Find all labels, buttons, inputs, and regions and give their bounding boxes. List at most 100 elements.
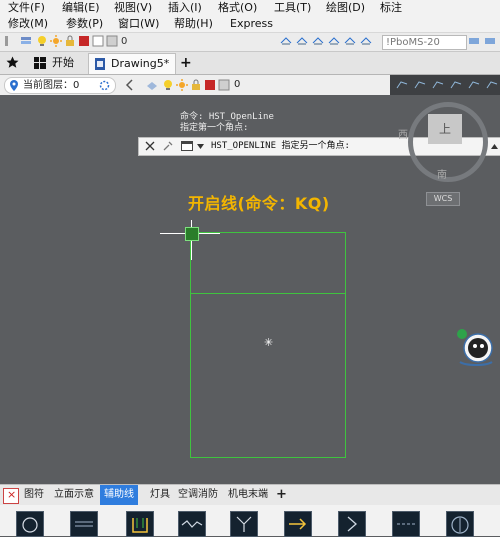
tool-palette-tabs: × 图符 立面示意 辅助线 灯具 空调消防 机电末端 + — [0, 484, 500, 505]
compass-south-label[interactable]: 南 — [437, 166, 447, 181]
menu-format[interactable]: 格式(O) — [218, 0, 257, 16]
video-caption: 开启线(命令：KQ) — [188, 194, 330, 213]
tab-drawing[interactable]: Drawing5* — [88, 53, 176, 74]
center-point-icon: ✳ — [264, 336, 274, 349]
menu-tools[interactable]: 工具(T) — [274, 0, 311, 16]
menu-params[interactable]: 参数(P) — [66, 16, 103, 32]
plot-style-field[interactable]: !PboMS-20 — [382, 35, 467, 50]
current-layer-selector[interactable]: 当前图层：0 — [4, 77, 116, 94]
plot-icon[interactable] — [218, 79, 230, 91]
lock-icon[interactable] — [190, 79, 202, 91]
drawing-file-icon — [95, 58, 105, 70]
ribbon-tool-icon-4[interactable] — [450, 79, 462, 91]
wrench-icon[interactable] — [163, 141, 173, 151]
menu-help[interactable]: 帮助(H) — [174, 16, 213, 32]
arrow-right-icon — [289, 518, 307, 530]
view-cube-top-face[interactable]: 上 — [428, 114, 462, 144]
menu-row-1: 文件(F) 编辑(E) 视图(V) 插入(I) 格式(O) 工具(T) 绘图(D… — [0, 0, 500, 16]
ribbon-tool-icon-2[interactable] — [414, 79, 426, 91]
compass-west-label[interactable]: 西 — [398, 126, 408, 141]
sun-icon[interactable] — [50, 35, 62, 47]
menu-insert[interactable]: 插入(I) — [168, 0, 202, 16]
document-tab-bar: 开始 Drawing5* + — [0, 52, 500, 75]
tab-symbols[interactable]: 图符 — [24, 485, 44, 505]
menu-file[interactable]: 文件(F) — [8, 0, 45, 16]
menu-express[interactable]: Express — [230, 16, 273, 32]
menu-draw[interactable]: 绘图(D) — [326, 0, 365, 16]
toolbar-tool-icon[interactable] — [468, 35, 480, 47]
lineweight-icon[interactable] — [92, 35, 104, 47]
menu-bar: 文件(F) 编辑(E) 视图(V) 插入(I) 格式(O) 工具(T) 绘图(D… — [0, 0, 500, 32]
star-icon[interactable] — [6, 56, 19, 69]
layer-toolbar: 0 !PboMS-20 — [0, 32, 500, 52]
tool-tile-8[interactable] — [392, 511, 420, 537]
layer-tool-icon[interactable] — [280, 35, 292, 47]
rectangle-divider-line[interactable] — [190, 293, 346, 294]
command-history-line-2: 指定第一个角点: — [180, 123, 249, 133]
current-layer-label: 当前图层：0 — [23, 80, 80, 91]
sun-icon[interactable] — [176, 79, 188, 91]
view-cube[interactable] — [400, 96, 496, 196]
ribbon-tools-dark — [390, 75, 500, 95]
tab-elevation[interactable]: 立面示意 — [54, 485, 94, 505]
tool-tile-5[interactable] — [230, 511, 258, 537]
command-history: 命令: HST_OpenLine 指定第一个角点: — [180, 112, 274, 134]
bulb-icon[interactable] — [162, 79, 174, 91]
ribbon-tool-icon[interactable] — [396, 79, 408, 91]
command-history-line-1: 命令: HST_OpenLine — [180, 112, 274, 122]
menu-window[interactable]: 窗口(W) — [118, 16, 159, 32]
color-swatch-icon[interactable] — [204, 79, 216, 91]
command-window-icon[interactable] — [181, 141, 193, 151]
tab-start[interactable]: 开始 — [30, 53, 80, 73]
beam-line-icon — [75, 521, 93, 527]
layer-tool-icon-3[interactable] — [312, 35, 324, 47]
layer-tool-icon-4[interactable] — [328, 35, 340, 47]
assistant-avatar-icon — [457, 329, 493, 366]
menu-modify[interactable]: 修改(M) — [8, 16, 48, 32]
layers-icon[interactable] — [20, 35, 32, 47]
floating-assistant[interactable] — [456, 326, 496, 368]
color-swatch-icon[interactable] — [78, 35, 90, 47]
circle-arc-icon — [22, 517, 38, 533]
chevron-left-icon[interactable] — [124, 79, 136, 91]
chevron-right-icon — [347, 516, 357, 532]
layer-tool-icon-5[interactable] — [344, 35, 356, 47]
tool-tile-7[interactable] — [338, 511, 366, 537]
tool-tile-4[interactable] — [178, 511, 206, 537]
layer-settings-icon[interactable] — [99, 80, 110, 91]
tool-tile-2[interactable] — [70, 511, 98, 537]
menu-dimension[interactable]: 标注 — [380, 0, 402, 16]
tab-lighting[interactable]: 灯具 — [150, 485, 170, 505]
lock-icon[interactable] — [64, 35, 76, 47]
circle-slash-icon — [451, 516, 469, 534]
tab-auxiliary-lines[interactable]: 辅助线 — [100, 485, 138, 505]
new-tab-button[interactable]: + — [180, 53, 192, 73]
tab-mep-terminals[interactable]: 机电末端 — [228, 485, 268, 505]
tool-tile-1[interactable] — [16, 511, 44, 537]
palette-close-button[interactable]: × — [3, 488, 19, 504]
tool-tile-9[interactable] — [446, 511, 474, 537]
layer-tool-icon-2[interactable] — [296, 35, 308, 47]
ribbon-tool-icon-5[interactable] — [468, 79, 480, 91]
tab-hvac-fire[interactable]: 空调消防 — [178, 485, 218, 505]
layer-stack-icon[interactable] — [146, 79, 158, 91]
toolbar-tool-icon-2[interactable] — [484, 35, 496, 47]
windows-icon — [34, 57, 46, 69]
ribbon-tool-icon-3[interactable] — [432, 79, 444, 91]
menu-view[interactable]: 视图(V) — [114, 0, 152, 16]
tool-tile-3[interactable] — [126, 511, 154, 537]
tab-start-label: 开始 — [52, 56, 74, 69]
close-icon[interactable] — [145, 141, 155, 151]
plot-icon[interactable] — [106, 35, 118, 47]
wcs-menu[interactable]: WCS — [426, 192, 460, 206]
tool-tile-6[interactable] — [284, 511, 312, 537]
open-line-icon — [132, 518, 148, 533]
chevron-down-icon[interactable] — [197, 144, 204, 149]
layer-tool-icon-6[interactable] — [360, 35, 372, 47]
menu-edit[interactable]: 编辑(E) — [62, 0, 100, 16]
bulb-icon[interactable] — [36, 35, 48, 47]
palette-add-tab-button[interactable]: + — [276, 485, 287, 505]
ribbon-tool-icon-6[interactable] — [486, 79, 498, 91]
command-line-text: HST_OPENLINE 指定另一个角点: — [211, 141, 350, 151]
grip-icon — [5, 36, 8, 46]
